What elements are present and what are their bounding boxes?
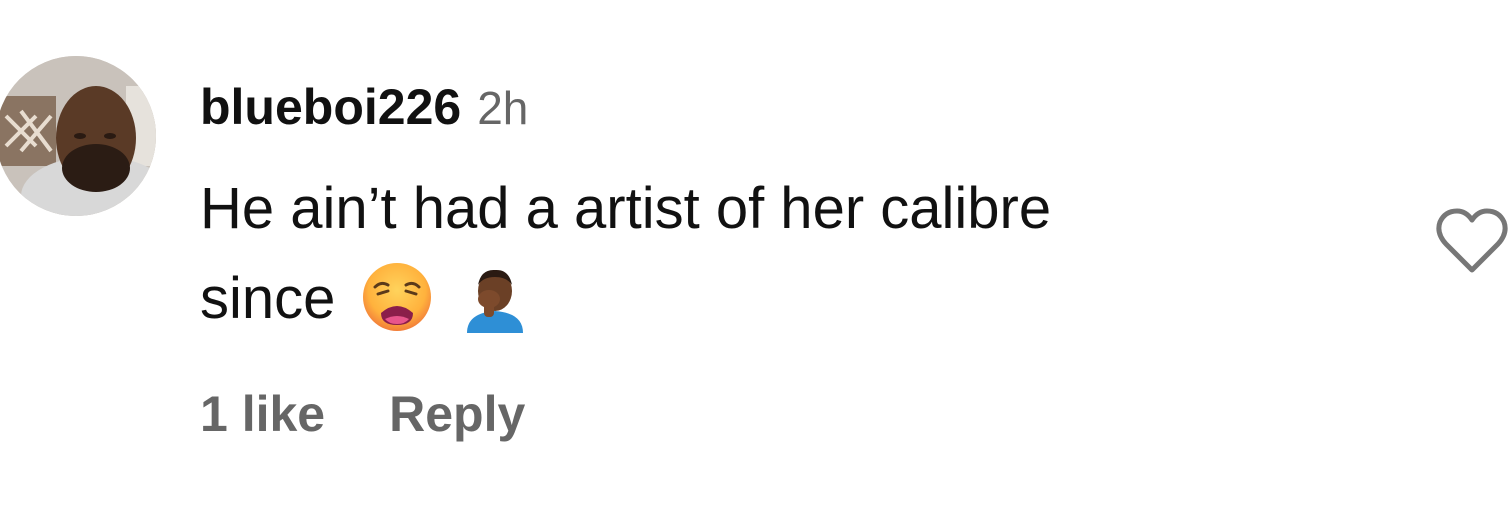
comment-text-line-2: since <box>200 254 1280 344</box>
reply-button[interactable]: Reply <box>389 385 525 443</box>
likes-count[interactable]: 1 like <box>200 385 325 443</box>
comment-actions: 1 like Reply <box>200 385 525 443</box>
comment-item: blueboi226 2h He ain’t had a artist of h… <box>0 0 1512 508</box>
heart-outline-icon[interactable] <box>1432 202 1512 282</box>
comment-header: blueboi226 2h <box>200 78 528 138</box>
comment-text-line-2-text: since <box>200 266 336 331</box>
comment-text-line-1: He ain’t had a artist of her calibre <box>200 176 1052 241</box>
avatar-image <box>0 56 156 216</box>
man-facepalming-emoji <box>459 261 531 333</box>
timestamp: 2h <box>477 82 529 134</box>
username[interactable]: blueboi226 <box>200 78 461 136</box>
comment-text: He ain’t had a artist of her calibre sin… <box>200 164 1280 344</box>
avatar[interactable] <box>0 56 156 216</box>
weary-face-emoji <box>361 261 433 333</box>
